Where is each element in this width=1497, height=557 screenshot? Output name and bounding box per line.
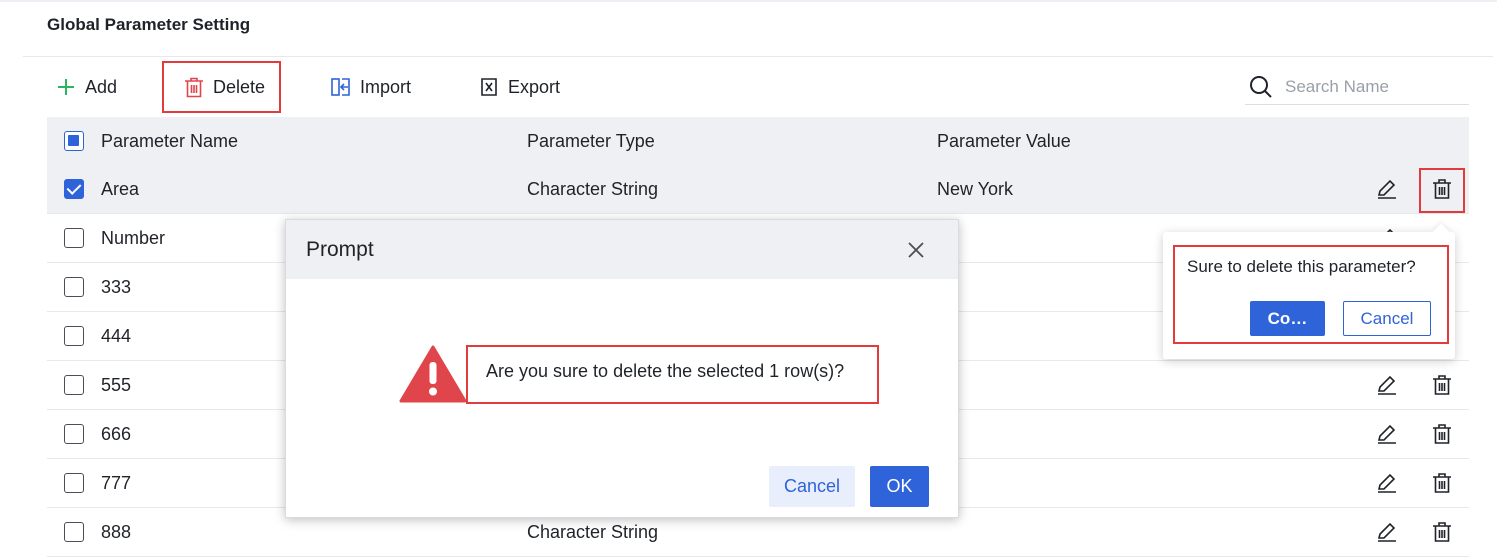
row-checkbox[interactable] [64,424,84,444]
trash-icon[interactable] [1431,472,1453,494]
export-button[interactable]: Export [478,74,560,100]
dialog-title: Prompt [306,237,374,261]
edit-icon[interactable] [1376,423,1398,445]
add-button-label: Add [85,76,118,97]
edit-icon[interactable] [1376,472,1398,494]
row-checkbox[interactable] [64,375,84,395]
delete-button[interactable]: Delete [183,74,265,100]
row-parameter-name: Area [101,178,140,199]
row-parameter-name: 666 [101,423,132,444]
row-parameter-name: Number [101,227,166,248]
page-title: Global Parameter Setting [47,15,251,34]
row-checkbox[interactable] [64,228,84,248]
search-input[interactable] [1285,77,1455,97]
search-box [1245,70,1469,105]
table-row[interactable]: Area Character String New York [47,165,1469,214]
trash-icon[interactable] [1431,178,1453,200]
row-checkbox[interactable] [64,326,84,346]
excel-export-icon [478,76,500,98]
trash-icon [183,76,205,98]
close-icon[interactable] [905,239,927,261]
dialog-message: Are you sure to delete the selected 1 ro… [486,361,845,381]
dialog-ok-button[interactable]: OK [870,466,929,507]
row-parameter-type: Character String [527,178,659,199]
prompt-dialog: Prompt Are you sure to delete the select… [285,219,959,518]
header-parameter-name: Parameter Name [101,130,239,151]
export-button-label: Export [508,76,561,97]
row-parameter-name: 888 [101,521,132,542]
header-parameter-type: Parameter Type [527,130,655,151]
delete-button-label: Delete [213,76,266,97]
row-checkbox[interactable] [64,179,84,199]
top-divider [0,0,1497,2]
title-divider [23,56,1493,57]
popover-confirm-button[interactable]: Co… [1250,301,1325,336]
edit-icon[interactable] [1376,521,1398,543]
trash-icon[interactable] [1431,374,1453,396]
row-checkbox[interactable] [64,277,84,297]
edit-icon[interactable] [1376,178,1398,200]
import-button[interactable]: Import [330,74,411,100]
delete-popconfirm: Sure to delete this parameter? Co… Cance… [1163,223,1455,359]
row-parameter-value: New York [937,178,1014,199]
row-parameter-name: 777 [101,472,132,493]
row-parameter-name: 333 [101,276,132,297]
import-icon [330,76,352,98]
row-checkbox[interactable] [64,473,84,493]
dialog-header: Prompt [286,220,958,279]
plus-icon [55,76,77,98]
row-parameter-name: 555 [101,374,132,395]
popover-message: Sure to delete this parameter? [1187,257,1416,276]
search-icon[interactable] [1249,74,1275,100]
row-parameter-name: 444 [101,325,132,346]
edit-icon[interactable] [1376,374,1398,396]
header-parameter-value: Parameter Value [937,130,1071,151]
popover-cancel-button[interactable]: Cancel [1343,301,1431,336]
trash-icon[interactable] [1431,521,1453,543]
add-button[interactable]: Add [55,74,117,100]
select-all-checkbox[interactable] [64,131,84,151]
trash-icon[interactable] [1431,423,1453,445]
row-checkbox[interactable] [64,522,84,542]
dialog-cancel-button[interactable]: Cancel [769,466,855,507]
import-button-label: Import [360,76,412,97]
warning-triangle-icon [399,344,467,404]
table-header: Parameter Name Parameter Type Parameter … [47,117,1469,165]
